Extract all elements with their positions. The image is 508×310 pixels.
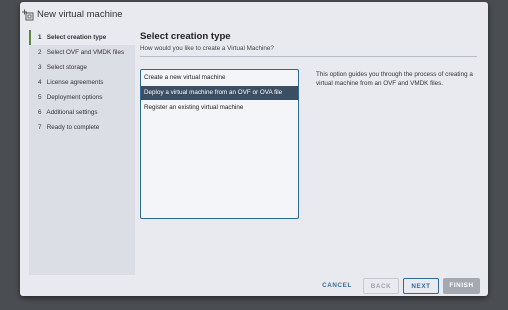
dialog-titlebar: New virtual machine bbox=[20, 2, 488, 28]
wizard-steps-sidebar: 1 Select creation type 2 Select OVF and … bbox=[29, 30, 135, 275]
step-number: 6 bbox=[38, 109, 42, 116]
back-button[interactable]: BACK bbox=[363, 278, 399, 294]
wizard-step-license-agreements[interactable]: 4 License agreements bbox=[29, 75, 135, 90]
step-number: 5 bbox=[38, 94, 42, 101]
step-label: Select creation type bbox=[46, 34, 107, 41]
creation-type-listbox[interactable]: Create a new virtual machine Deploy a vi… bbox=[140, 69, 299, 219]
wizard-step-additional-settings[interactable]: 6 Additional settings bbox=[29, 105, 135, 120]
step-label: Select storage bbox=[46, 64, 88, 71]
option-deploy-from-ovf-ova[interactable]: Deploy a virtual machine from an OVF or … bbox=[141, 86, 298, 100]
cancel-button[interactable]: CANCEL bbox=[316, 278, 358, 294]
wizard-step-select-ovf-vmdk[interactable]: 2 Select OVF and VMDK files bbox=[29, 45, 135, 60]
step-label: Select OVF and VMDK files bbox=[46, 49, 125, 56]
wizard-step-deployment-options[interactable]: 5 Deployment options bbox=[29, 90, 135, 105]
page-title: Select creation type bbox=[140, 31, 231, 42]
wizard-step-ready-to-complete[interactable]: 7 Ready to complete bbox=[29, 120, 135, 135]
step-number: 4 bbox=[38, 79, 42, 86]
step-number: 3 bbox=[38, 64, 42, 71]
divider bbox=[140, 56, 477, 57]
step-label: Additional settings bbox=[46, 109, 98, 116]
new-vm-dialog: New virtual machine 1 Select creation ty… bbox=[20, 2, 488, 296]
wizard-step-select-creation-type[interactable]: 1 Select creation type bbox=[29, 30, 135, 45]
page-subtitle: How would you like to create a Virtual M… bbox=[140, 45, 274, 52]
step-label: Ready to complete bbox=[46, 124, 100, 131]
option-create-new-vm[interactable]: Create a new virtual machine bbox=[141, 71, 298, 85]
option-description: This option guides you through the proce… bbox=[316, 71, 473, 87]
option-register-existing-vm[interactable]: Register an existing virtual machine bbox=[141, 101, 298, 115]
step-content: Select creation type How would you like … bbox=[140, 30, 480, 270]
new-vm-icon bbox=[22, 8, 34, 21]
step-number: 1 bbox=[38, 34, 42, 41]
wizard-step-select-storage[interactable]: 3 Select storage bbox=[29, 60, 135, 75]
dialog-footer: CANCEL BACK NEXT FINISH bbox=[20, 278, 488, 296]
dialog-title: New virtual machine bbox=[37, 9, 123, 20]
step-number: 2 bbox=[38, 49, 42, 56]
next-button[interactable]: NEXT bbox=[403, 278, 439, 294]
step-number: 7 bbox=[38, 124, 42, 131]
step-label: License agreements bbox=[46, 79, 104, 86]
finish-button[interactable]: FINISH bbox=[443, 278, 480, 294]
step-label: Deployment options bbox=[46, 94, 103, 101]
